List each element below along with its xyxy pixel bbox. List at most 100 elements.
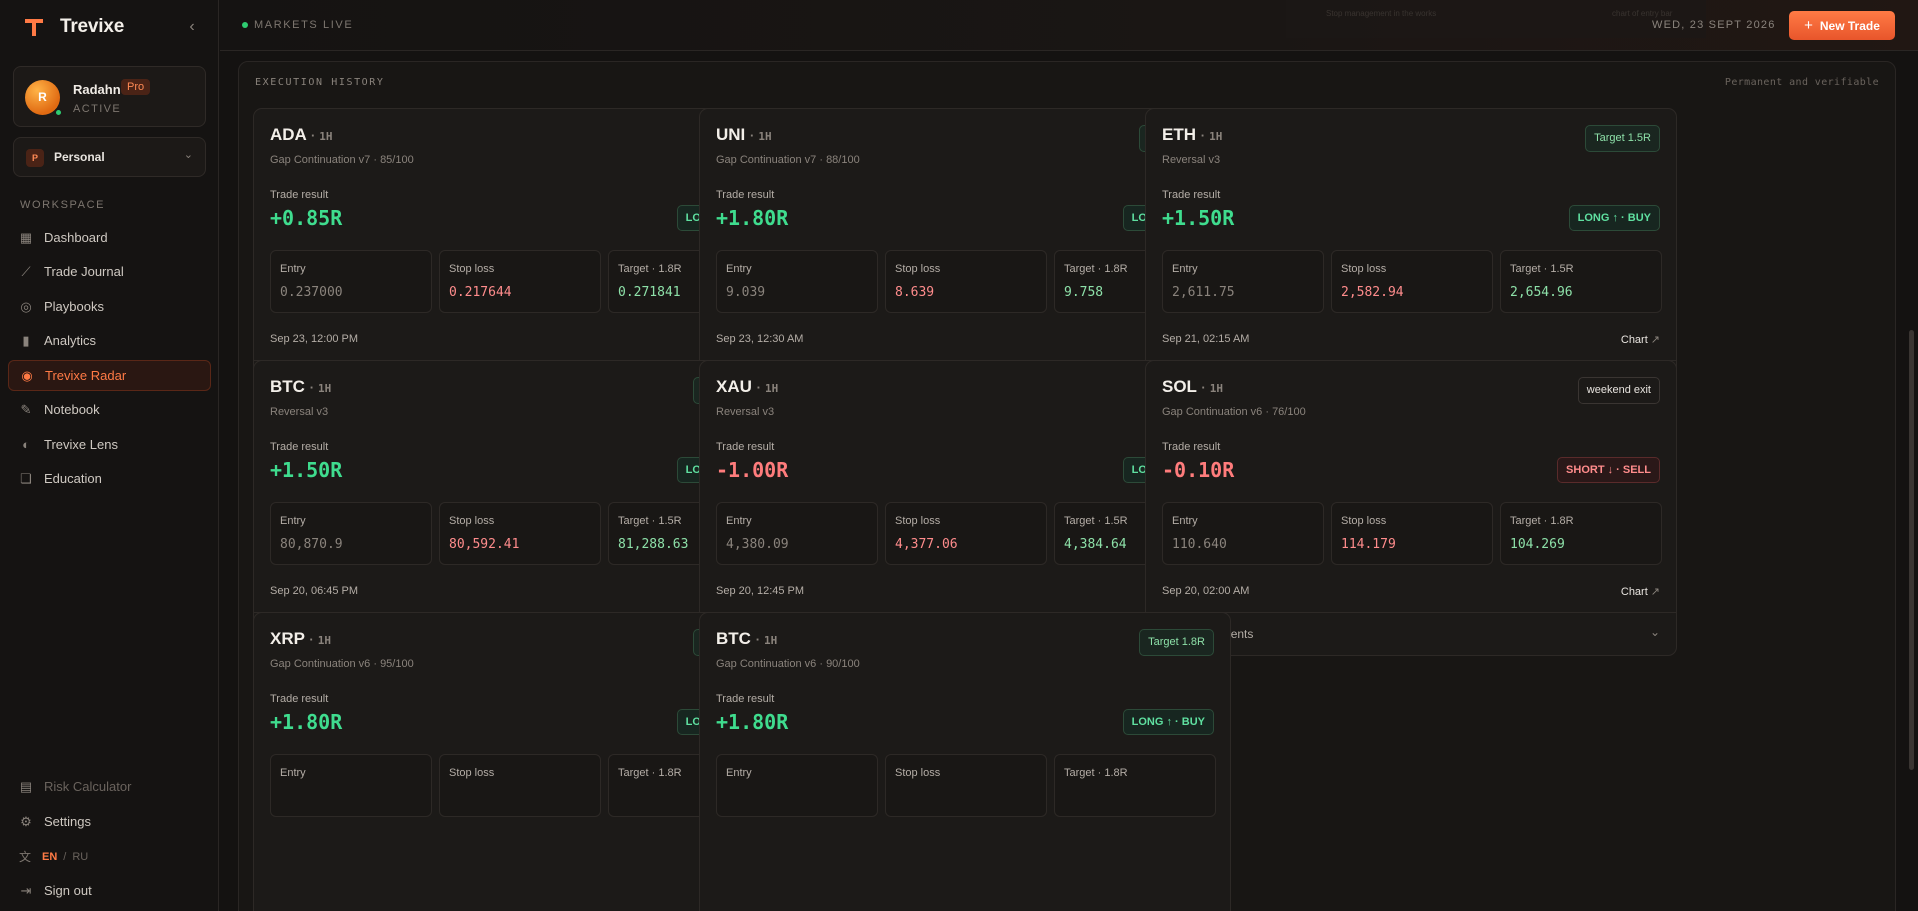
sidebar-item-label: Sign out <box>44 883 92 898</box>
collapse-sidebar-button[interactable]: ‹ <box>182 17 202 37</box>
stop-loss-value: 2,582.94 <box>1341 285 1404 300</box>
exit-badge: Target 1.8R <box>1139 629 1214 656</box>
sidebar-item-label: Dashboard <box>44 230 108 245</box>
stop-loss-box: Stop loss 80,592.41 <box>439 502 601 565</box>
target-label: Target · 1.8R <box>1510 515 1574 527</box>
online-indicator <box>54 108 63 117</box>
app-name: Trevixe <box>60 16 125 37</box>
entry-box: Entry 0.237000 <box>270 250 432 313</box>
entry-label: Entry <box>1172 263 1198 275</box>
stop-loss-label: Stop loss <box>895 515 941 527</box>
entry-value: 4,380.09 <box>726 537 789 552</box>
separator: · <box>310 128 316 143</box>
symbol: BTC · 1H <box>716 629 777 649</box>
strategy-label: Gap Continuation v7 · 88/100 <box>716 154 860 166</box>
symbol: UNI · 1H <box>716 125 772 145</box>
sidebar-item-dashboard[interactable]: ▦ Dashboard <box>8 222 211 253</box>
timeframe: 1H <box>764 634 778 647</box>
timeframe: 1H <box>1209 382 1223 395</box>
sidebar-item-sign-out[interactable]: ⇥ Sign out <box>8 875 211 906</box>
stop-loss-box: Stop loss 4,377.06 <box>885 502 1047 565</box>
separator: · <box>756 380 761 395</box>
chart-link-label: Chart <box>1620 334 1648 346</box>
sidebar-item-education[interactable]: ❏ Education <box>8 463 211 494</box>
stop-loss-value: 8.639 <box>895 285 935 300</box>
symbol: XRP · 1H <box>270 629 331 649</box>
target-label: Target · 1.8R <box>1064 263 1128 275</box>
direction-badge: SHORT ↓ · SELL <box>1557 457 1660 483</box>
workspace-select[interactable]: P Personal ⌄ <box>13 137 206 177</box>
user-name: Radahn <box>73 82 121 97</box>
scrollbar[interactable] <box>1909 330 1914 770</box>
trade-result-label: Trade result <box>1162 189 1221 201</box>
target-box: Target · 1.8R 104.269 <box>1500 502 1662 565</box>
chevron-down-icon: ⌄ <box>1649 625 1660 639</box>
new-trade-button[interactable]: + New Trade <box>1789 11 1895 40</box>
sidebar-item-trevixe-radar[interactable]: ◉ Trevixe Radar <box>8 360 211 391</box>
sidebar-item-settings[interactable]: ⚙ Settings <box>8 806 211 837</box>
target-value: 0.271841 <box>618 285 681 300</box>
trade-result-value: +1.50R <box>270 458 343 482</box>
notebook-icon: ✎ <box>20 401 32 417</box>
chart-link[interactable]: Chart↗ <box>1621 585 1660 598</box>
sidebar-item-label: Notebook <box>44 402 100 417</box>
sidebar-item-label: Analytics <box>44 333 97 348</box>
chevron-down-icon: ⌄ <box>183 149 193 161</box>
sidebar-item-notebook[interactable]: ✎ Notebook <box>8 394 211 425</box>
chart-link-label: Chart <box>1620 586 1648 598</box>
direction-badge: LONG ↑ · BUY <box>1122 709 1214 735</box>
separator: · <box>309 380 315 395</box>
sidebar-item-risk-calculator[interactable]: ▤ Risk Calculator <box>8 771 211 802</box>
live-indicator <box>242 22 248 28</box>
separator: · <box>750 128 755 143</box>
workspace-name: Personal <box>54 150 105 164</box>
symbol-name: SOL <box>1162 377 1197 396</box>
target-box: Target · 1.5R 2,654.96 <box>1500 250 1662 313</box>
stop-loss-value: 0.217644 <box>449 285 512 300</box>
sidebar-item-analytics[interactable]: ▮ Analytics <box>8 325 211 356</box>
overlay-text-right: chart of entry bar <box>1612 9 1673 18</box>
timeframe: 1H <box>764 382 779 395</box>
language-switcher: 文 EN / RU <box>19 848 88 865</box>
trade-result-label: Trade result <box>270 189 329 201</box>
stop-loss-label: Stop loss <box>1341 515 1387 527</box>
sidebar-item-trevixe-lens[interactable]: ◐ Trevixe Lens <box>8 429 211 460</box>
target-value: 2,654.96 <box>1510 285 1573 300</box>
symbol-name: BTC <box>270 377 305 396</box>
entry-value: 9.039 <box>726 285 766 300</box>
entry-label: Entry <box>280 767 306 779</box>
trade-result-label: Trade result <box>270 693 329 705</box>
lang-en[interactable]: EN <box>42 851 57 863</box>
symbol: ETH · 1H <box>1162 125 1222 145</box>
timeframe: 1H <box>317 634 331 647</box>
lang-ru[interactable]: RU <box>72 851 88 863</box>
stop-loss-box: Stop loss 2,582.94 <box>1331 250 1493 313</box>
new-trade-label: New Trade <box>1819 18 1880 33</box>
chevron-left-icon: ‹ <box>189 18 195 35</box>
stop-loss-label: Stop loss <box>895 263 941 275</box>
stop-loss-box: Stop loss 0.217644 <box>439 250 601 313</box>
trade-result-value: +0.85R <box>270 206 343 230</box>
separator: · <box>1200 128 1206 143</box>
strategy-label: Reversal v3 <box>270 406 329 418</box>
bar-chart-icon: ▮ <box>22 332 30 348</box>
entry-label: Entry <box>1172 515 1198 527</box>
sidebar-item-trade-journal[interactable]: ⟋ Trade Journal <box>8 256 211 287</box>
overlay-text-left: Stop management in the works <box>1326 9 1437 18</box>
chart-link[interactable]: Chart↗ <box>1621 333 1660 346</box>
entry-box: Entry 80,870.9 <box>270 502 432 565</box>
stop-loss-box: Stop loss <box>885 754 1047 817</box>
stop-loss-label: Stop loss <box>449 263 495 275</box>
timeframe: 1H <box>1209 130 1223 143</box>
execution-history-panel: EXECUTION HISTORY Permanent and verifiab… <box>238 61 1896 911</box>
exit-badge: Target 1.5R <box>1585 125 1660 152</box>
trade-result-value: +1.80R <box>716 206 789 230</box>
target-label: Target · 1.5R <box>1510 263 1574 275</box>
brand[interactable]: Trevixe <box>22 14 124 40</box>
current-date: WED, 23 SEPT 2026 <box>1652 19 1776 31</box>
user-card[interactable]: R Radahn Pro ACTIVE <box>13 66 206 127</box>
sidebar: Trevixe ‹ R Radahn Pro ACTIVE P Personal… <box>0 0 219 911</box>
sidebar-item-playbooks[interactable]: ◎ Playbooks <box>8 291 211 322</box>
strategy-label: Gap Continuation v6 · 76/100 <box>1162 406 1306 418</box>
trade-result-value: -0.10R <box>1162 458 1235 482</box>
